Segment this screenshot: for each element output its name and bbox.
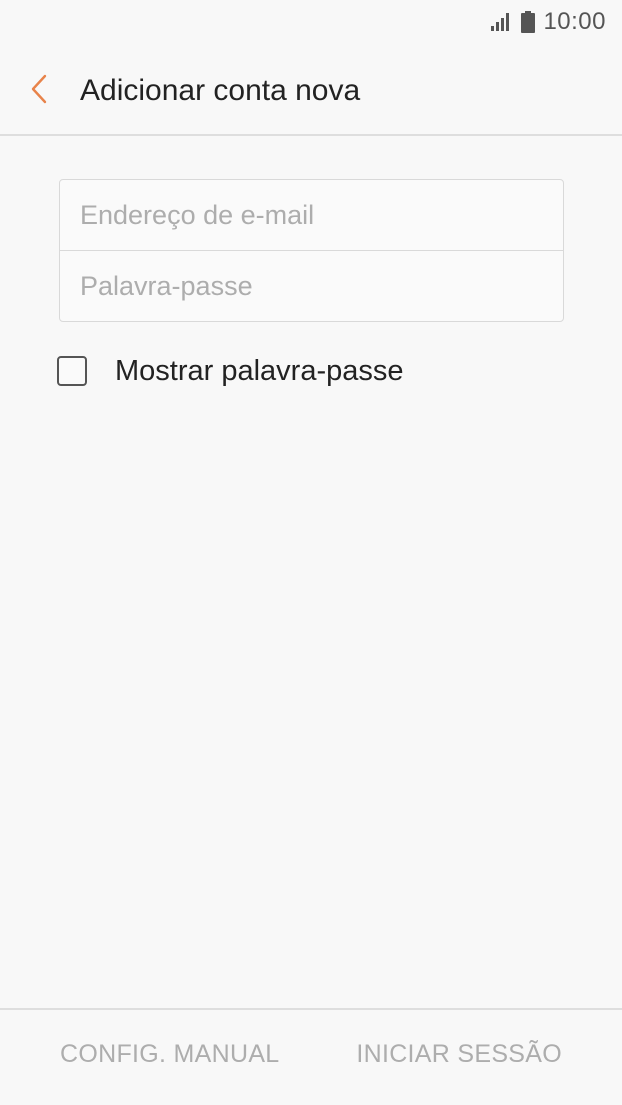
signal-icon <box>491 13 513 31</box>
bottom-action-bar: CONFIG. MANUAL INICIAR SESSÃO <box>0 1008 622 1105</box>
login-form-card <box>59 179 564 322</box>
email-field[interactable] <box>60 180 530 250</box>
status-icons: 10:00 <box>491 8 606 36</box>
battery-icon <box>521 11 536 33</box>
app-bar: Adicionar conta nova <box>0 44 622 136</box>
password-field[interactable] <box>60 251 530 321</box>
status-bar: 10:00 <box>0 0 622 44</box>
back-button[interactable] <box>22 72 56 110</box>
show-password-label: Mostrar palavra-passe <box>115 354 404 387</box>
sign-in-button[interactable]: INICIAR SESSÃO <box>356 1040 562 1069</box>
status-time: 10:00 <box>543 8 606 35</box>
email-field-container <box>60 180 563 251</box>
page-title: Adicionar conta nova <box>80 74 361 107</box>
show-password-checkbox[interactable] <box>57 356 87 386</box>
show-password-toggle[interactable]: Mostrar palavra-passe <box>57 352 404 390</box>
manual-config-button[interactable]: CONFIG. MANUAL <box>60 1040 280 1069</box>
password-field-container <box>60 251 563 321</box>
chevron-left-icon <box>30 74 48 109</box>
